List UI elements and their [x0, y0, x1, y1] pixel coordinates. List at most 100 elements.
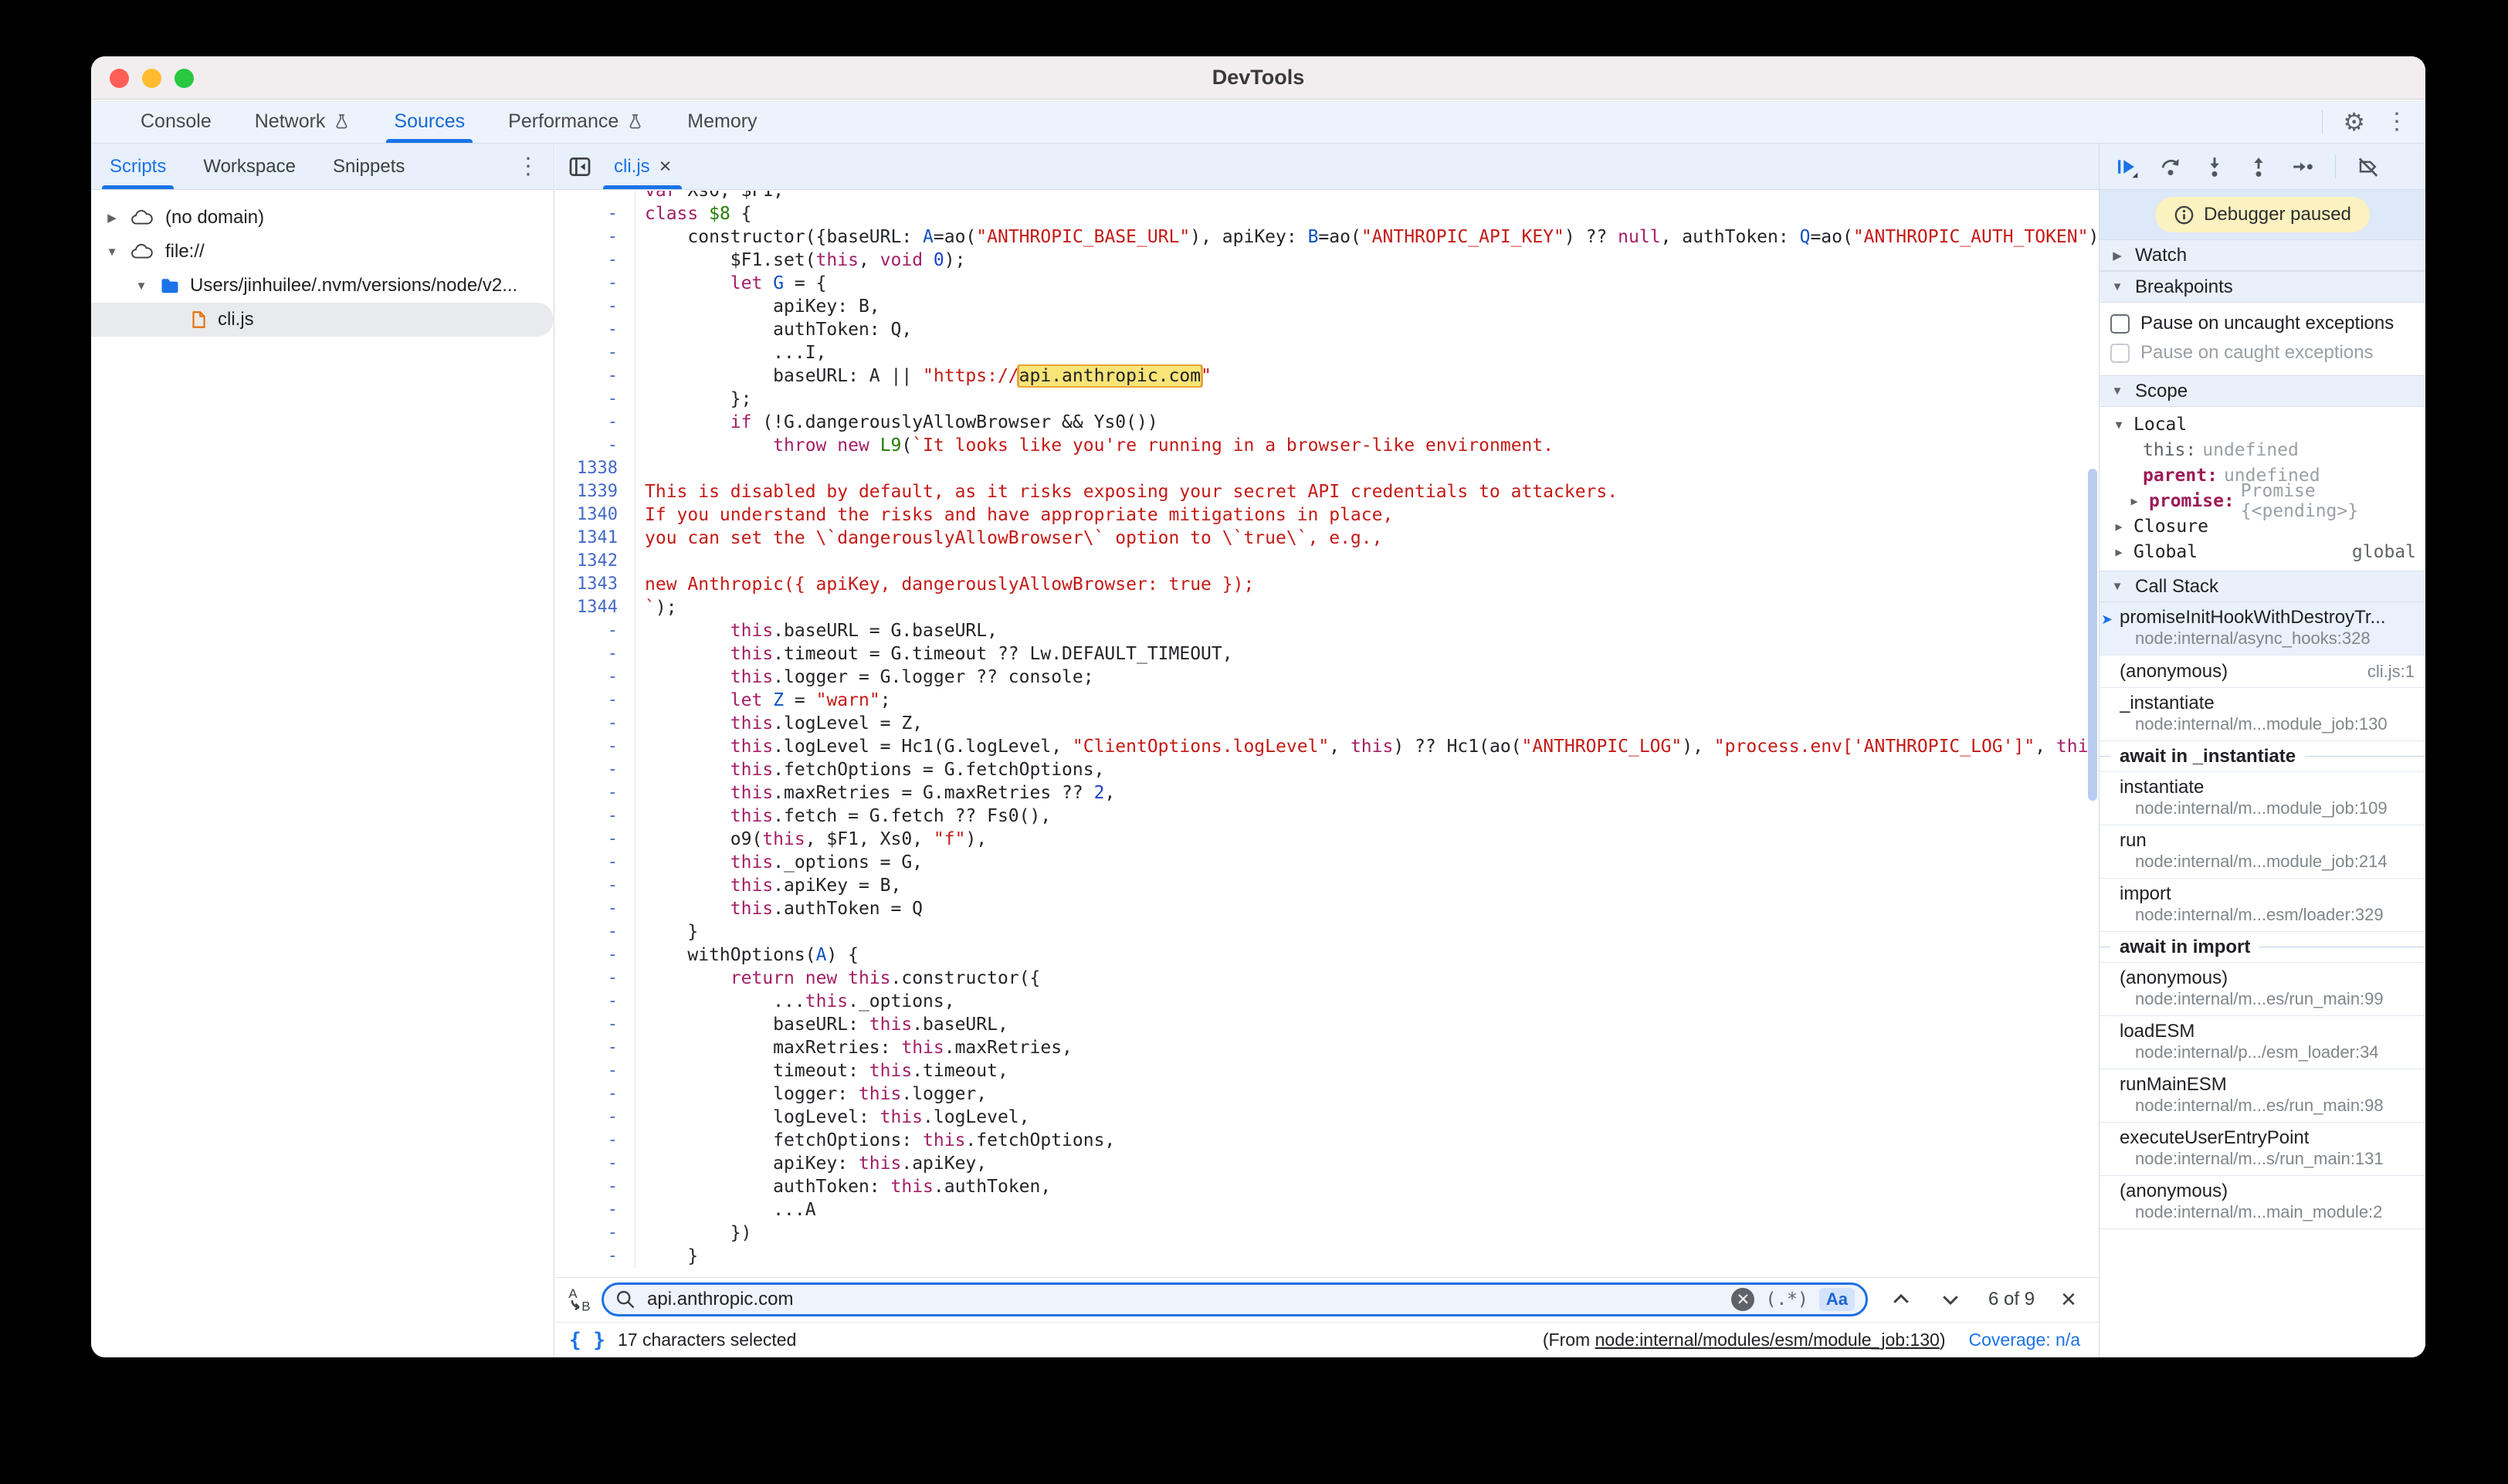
- call-stack-frame[interactable]: (anonymous)node:internal/m...es/run_main…: [2100, 963, 2425, 1016]
- chevron-down-icon[interactable]: ▼: [103, 246, 120, 259]
- call-stack-frame[interactable]: instantiatenode:internal/m...module_job:…: [2100, 772, 2425, 825]
- collapse-navigator-icon[interactable]: [568, 154, 592, 179]
- checkbox[interactable]: [2110, 344, 2130, 363]
- tree-item-users-jinhuilee-nvm-versions-node-v2-[interactable]: ▼Users/jinhuilee/.nvm/versions/node/v2..…: [91, 269, 554, 303]
- line-number[interactable]: -: [555, 364, 635, 388]
- line-number[interactable]: -: [555, 341, 635, 364]
- line-number[interactable]: 1344: [555, 596, 635, 619]
- step-icon[interactable]: [2291, 155, 2314, 178]
- line-number[interactable]: -: [555, 225, 635, 249]
- source-link[interactable]: node:internal/modules/esm/module_job:130: [1595, 1330, 1940, 1350]
- deactivate-breakpoints-icon[interactable]: [2357, 155, 2380, 178]
- line-number[interactable]: -: [555, 642, 635, 666]
- scope-variable[interactable]: this:undefined: [2100, 437, 2425, 462]
- coverage-link[interactable]: Coverage: n/a: [1969, 1330, 2080, 1350]
- tab-network[interactable]: Network: [233, 100, 373, 143]
- close-window-button[interactable]: [110, 69, 129, 88]
- line-number[interactable]: 1341: [555, 527, 635, 550]
- line-number[interactable]: -: [555, 1129, 635, 1152]
- match-case-toggle[interactable]: Aa: [1819, 1288, 1855, 1311]
- line-number[interactable]: -: [555, 781, 635, 805]
- pretty-print-icon[interactable]: { }: [569, 1329, 605, 1352]
- section-watch[interactable]: ▶ Watch: [2100, 239, 2425, 271]
- previous-match-icon[interactable]: [1889, 1288, 1913, 1311]
- settings-gear-icon[interactable]: ⚙: [2343, 107, 2365, 137]
- line-number[interactable]: -: [555, 1245, 635, 1268]
- line-number[interactable]: -: [555, 851, 635, 874]
- line-number[interactable]: -: [555, 295, 635, 318]
- tree-item-cli-js[interactable]: cli.js: [91, 303, 554, 337]
- line-number[interactable]: -: [555, 735, 635, 758]
- scope-section-local[interactable]: ▼Local: [2100, 412, 2425, 437]
- chevron-down-icon[interactable]: ▼: [133, 280, 150, 293]
- tree-item--no-domain-[interactable]: ▶(no domain): [91, 201, 554, 235]
- call-stack-frame[interactable]: loadESMnode:internal/p.../esm_loader:34: [2100, 1016, 2425, 1069]
- line-number[interactable]: 1339: [555, 480, 635, 503]
- line-number[interactable]: -: [555, 666, 635, 689]
- chevron-right-icon[interactable]: ▶: [2110, 545, 2127, 559]
- close-search-icon[interactable]: ×: [2061, 1285, 2076, 1315]
- line-number[interactable]: 1342: [555, 550, 635, 573]
- code-editor[interactable]: var Xs0, $F1;-class $8 {- constructor({b…: [555, 191, 2099, 1277]
- line-number[interactable]: -: [555, 388, 635, 411]
- call-stack-frame[interactable]: (anonymous)cli.js:1: [2100, 656, 2425, 688]
- tab-cli-js[interactable]: cli.js ×: [598, 144, 686, 189]
- zoom-window-button[interactable]: [175, 69, 194, 88]
- call-stack-frame[interactable]: importnode:internal/m...esm/loader:329: [2100, 879, 2425, 932]
- regex-toggle[interactable]: (.*): [1765, 1289, 1808, 1310]
- step-into-icon[interactable]: [2203, 155, 2226, 178]
- tab-performance[interactable]: Performance: [486, 100, 666, 143]
- editor-scrollbar[interactable]: [2088, 469, 2097, 801]
- chevron-right-icon[interactable]: ▶: [103, 211, 120, 225]
- chevron-down-icon[interactable]: ▼: [2110, 418, 2127, 432]
- navigator-tab-snippets[interactable]: Snippets: [314, 144, 423, 189]
- line-number[interactable]: -: [555, 272, 635, 295]
- breakpoint-option[interactable]: Pause on caught exceptions: [2110, 338, 2425, 368]
- line-number[interactable]: -: [555, 1036, 635, 1059]
- line-number[interactable]: -: [555, 1221, 635, 1245]
- line-number[interactable]: -: [555, 689, 635, 712]
- search-input[interactable]: api.anthropic.com ✕ (.*) Aa: [602, 1282, 1868, 1316]
- line-number[interactable]: -: [555, 1198, 635, 1221]
- breakpoint-option[interactable]: Pause on uncaught exceptions: [2110, 309, 2425, 338]
- line-number[interactable]: -: [555, 967, 635, 990]
- line-number[interactable]: 1338: [555, 457, 635, 480]
- call-stack-frame[interactable]: (anonymous)node:internal/m...main_module…: [2100, 1176, 2425, 1229]
- checkbox[interactable]: [2110, 314, 2130, 334]
- line-number[interactable]: 1340: [555, 503, 635, 527]
- line-number[interactable]: -: [555, 712, 635, 735]
- chevron-right-icon[interactable]: ▶: [2126, 494, 2143, 508]
- line-number[interactable]: -: [555, 619, 635, 642]
- section-call-stack[interactable]: ▼ Call Stack: [2100, 571, 2425, 602]
- line-number[interactable]: -: [555, 1152, 635, 1175]
- line-number[interactable]: -: [555, 1106, 635, 1129]
- scope-variable[interactable]: ▶promise:Promise {<pending>}: [2100, 488, 2425, 513]
- line-number[interactable]: 1343: [555, 573, 635, 596]
- section-breakpoints[interactable]: ▼ Breakpoints: [2100, 271, 2425, 303]
- step-out-icon[interactable]: [2247, 155, 2270, 178]
- line-number[interactable]: [555, 191, 635, 202]
- scope-section-global[interactable]: ▶Globalglobal: [2100, 539, 2425, 564]
- call-stack-frame[interactable]: ➤promiseInitHookWithDestroyTr...node:int…: [2100, 602, 2425, 656]
- search-query[interactable]: api.anthropic.com: [647, 1289, 1720, 1310]
- resume-script-icon[interactable]: [2115, 155, 2138, 178]
- navigator-more-icon[interactable]: ⋮: [517, 153, 554, 180]
- line-number[interactable]: -: [555, 1059, 635, 1083]
- section-scope[interactable]: ▼ Scope: [2100, 375, 2425, 407]
- tab-sources[interactable]: Sources: [372, 100, 486, 143]
- line-number[interactable]: -: [555, 874, 635, 897]
- call-stack-frame[interactable]: executeUserEntryPointnode:internal/m...s…: [2100, 1123, 2425, 1176]
- line-number[interactable]: -: [555, 805, 635, 828]
- more-options-icon[interactable]: ⋮: [2385, 108, 2408, 135]
- line-number[interactable]: -: [555, 897, 635, 920]
- line-number[interactable]: -: [555, 1175, 635, 1198]
- line-number[interactable]: -: [555, 411, 635, 434]
- replace-toggle-icon[interactable]: A B: [566, 1286, 594, 1313]
- line-number[interactable]: -: [555, 1083, 635, 1106]
- tab-memory[interactable]: Memory: [666, 100, 778, 143]
- line-number[interactable]: -: [555, 758, 635, 781]
- line-number[interactable]: -: [555, 1013, 635, 1036]
- minimize-window-button[interactable]: [142, 69, 161, 88]
- line-number[interactable]: -: [555, 990, 635, 1013]
- line-number[interactable]: -: [555, 434, 635, 457]
